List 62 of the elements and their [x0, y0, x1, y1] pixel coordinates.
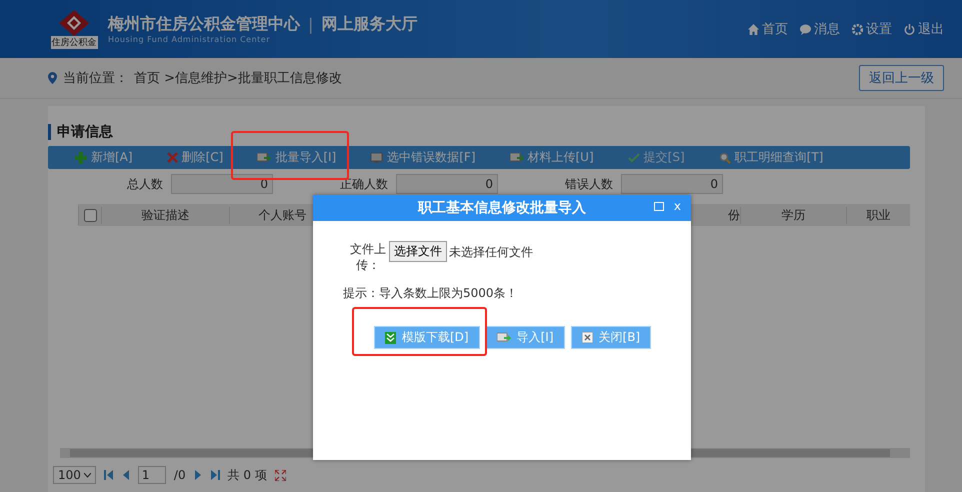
count-field[interactable]: 0: [621, 174, 723, 194]
search-icon: [718, 152, 731, 164]
plus-icon: [75, 152, 87, 164]
logo-icon: [59, 10, 89, 36]
import-hint: 提示：导入条数上限为5000条！: [343, 285, 519, 302]
power-icon: [904, 24, 915, 34]
site-subtitle: 网上服务大厅: [321, 14, 418, 35]
dialog-button[interactable]: 导入[I]: [486, 326, 565, 349]
select-all-checkbox[interactable]: [84, 208, 97, 222]
english-title: Housing Fund Administration Center: [108, 35, 271, 44]
toolbar-button[interactable]: 批量导入[I]: [240, 149, 354, 166]
back-button[interactable]: 返回上一级: [859, 65, 944, 91]
last-page-icon[interactable]: [210, 470, 220, 480]
toolbar-button[interactable]: 材料上传[U]: [492, 149, 611, 166]
next-page-icon[interactable]: [194, 470, 203, 480]
monitor-icon: [370, 152, 384, 164]
dialog-button[interactable]: 模版下载[D]: [374, 326, 480, 349]
download-icon: [385, 332, 396, 344]
column-header: 职业: [846, 206, 910, 224]
column-header: 学历: [740, 206, 846, 224]
home-icon: [748, 24, 759, 34]
column-header: 验证描述: [100, 206, 230, 224]
chat-icon: [800, 24, 811, 34]
nav-link[interactable]: 首页: [748, 20, 788, 38]
page-size-select[interactable]: 100: [53, 466, 96, 484]
settings-icon: [852, 24, 863, 34]
breadcrumb-path: 首页 >信息维护>批量职工信息修改: [134, 70, 342, 87]
toolbar-button[interactable]: 职工明细查询[T]: [702, 149, 840, 166]
dialog-title: 职工基本信息修改批量导入: [418, 199, 586, 217]
file-label: 文件上传：: [349, 241, 387, 273]
site-title: 梅州市住房公积金管理中心: [108, 14, 300, 35]
check-icon: [628, 152, 640, 162]
envelope-arrow-icon: [257, 152, 272, 163]
nav-link[interactable]: 退出: [904, 20, 944, 38]
page-count: /0: [174, 468, 186, 482]
caret-icon: [84, 472, 91, 478]
count-label: 错误人数: [564, 176, 614, 192]
first-page-icon[interactable]: [104, 470, 113, 480]
count-label: 总人数: [126, 176, 164, 192]
count-field[interactable]: 0: [396, 174, 498, 194]
page-field[interactable]: 1: [138, 466, 166, 484]
maximize-icon[interactable]: [654, 202, 664, 210]
previous-page-icon[interactable]: [120, 470, 130, 480]
toolbar-button[interactable]: 删除[C]: [150, 149, 240, 166]
title-separator: |: [308, 15, 314, 34]
dialog-button[interactable]: 关闭[B]: [570, 326, 652, 349]
toolbar-button[interactable]: 新增[A]: [58, 149, 150, 166]
toolbar-button[interactable]: 选中错误数据[F]: [353, 149, 492, 166]
delete-icon: [166, 152, 178, 163]
total-count: 共 0 项: [228, 466, 267, 484]
choose-file-button[interactable]: 选择文件: [389, 241, 447, 262]
nav-link[interactable]: 消息: [800, 20, 840, 38]
location-pin-icon: [48, 72, 57, 84]
nav-link[interactable]: 设置: [852, 20, 892, 38]
expand-icon[interactable]: [274, 470, 286, 480]
envelope-arrow-icon: [510, 152, 524, 163]
section-title: 申请信息: [48, 124, 910, 140]
envelope-arrow-icon: [496, 332, 511, 343]
breadcrumb-label: 当前位置：: [63, 70, 128, 87]
file-status: 未选择任何文件: [449, 244, 533, 261]
close-icon: [582, 332, 593, 343]
logo-text: 住房公积金: [50, 36, 98, 48]
